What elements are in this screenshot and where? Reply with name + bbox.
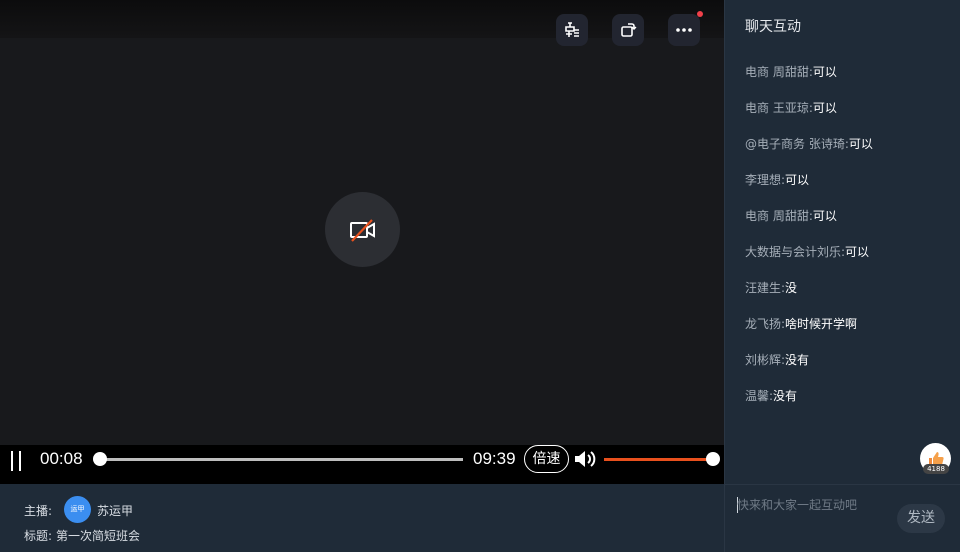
player-controls: 00:08 09:39 倍速 (0, 445, 724, 484)
rotate-icon (621, 23, 637, 37)
title-value: 第一次简短班会 (56, 529, 141, 543)
chat-message-author: 刘彬辉: (745, 353, 786, 367)
chat-message: 电商 王亚琼:可以 (745, 99, 837, 116)
chat-message-text: 可以 (812, 209, 837, 223)
current-time: 00:08 (40, 449, 83, 468)
chat-message-text: 可以 (845, 245, 870, 259)
video-area[interactable]: 00:08 09:39 倍速 (0, 0, 724, 484)
hd-quality-button[interactable] (556, 14, 588, 46)
chat-message-author: 龙飞扬: (745, 317, 786, 331)
chat-message-text: 可以 (848, 137, 873, 151)
notification-dot (697, 11, 703, 17)
chat-message: 李理想:可以 (745, 171, 809, 188)
total-time: 09:39 (473, 449, 516, 468)
chat-message-author: @电子商务 张诗琦: (745, 137, 849, 151)
chat-message: 龙飞扬:啥时候开学啊 (745, 315, 857, 332)
hd-quality-icon (565, 22, 579, 37)
host-avatar: 运甲 (64, 496, 91, 523)
chat-message-text: 可以 (785, 173, 810, 187)
host-label: 主播: (24, 504, 53, 518)
progress-bar[interactable] (95, 458, 463, 461)
chat-message: 汪建生:没 (745, 279, 797, 296)
progress-knob[interactable] (93, 452, 108, 466)
chat-message-author: 李理想: (745, 173, 786, 187)
live-player-page: 00:08 09:39 倍速 主播: 运甲 苏运甲 标题: 第一次简短班会 聊天… (0, 0, 960, 552)
camera-off-icon (349, 218, 375, 242)
host-name: 苏运甲 (97, 504, 134, 518)
chat-message-text: 没 (785, 281, 798, 295)
like-count: 4188 (923, 464, 949, 474)
chat-input[interactable] (737, 495, 897, 515)
chat-message-author: 电商 周甜甜: (745, 65, 813, 79)
chat-message-author: 温馨: (745, 389, 774, 403)
title-label: 标题: (24, 529, 53, 543)
chat-message: 温馨:没有 (745, 387, 797, 404)
chat-input-area: 发送 (725, 484, 960, 552)
camera-off-indicator (325, 192, 400, 267)
volume-slider[interactable] (604, 458, 713, 461)
speed-button[interactable]: 倍速 (524, 445, 569, 473)
chat-message-author: 电商 王亚琼: (745, 101, 813, 115)
chat-message-author: 大数据与会计刘乐: (745, 245, 846, 259)
chat-message: 电商 周甜甜:可以 (745, 207, 837, 224)
rotate-button[interactable] (612, 14, 644, 46)
send-button[interactable]: 发送 (897, 504, 945, 533)
chat-message-text: 啥时候开学啊 (785, 317, 858, 331)
more-icon (676, 28, 692, 32)
chat-message: 刘彬辉:没有 (745, 351, 809, 368)
live-info-bar: 主播: 运甲 苏运甲 标题: 第一次简短班会 (0, 484, 724, 552)
chat-message: 电商 周甜甜:可以 (745, 63, 837, 80)
chat-message-text: 可以 (812, 101, 837, 115)
volume-icon[interactable] (573, 447, 597, 471)
more-button[interactable] (668, 14, 700, 46)
chat-message: @电子商务 张诗琦:可以 (745, 135, 873, 152)
chat-message: 大数据与会计刘乐:可以 (745, 243, 869, 260)
chat-message-text: 可以 (812, 65, 837, 79)
chat-message-author: 汪建生: (745, 281, 786, 295)
chat-message-author: 电商 周甜甜: (745, 209, 813, 223)
pause-button[interactable] (9, 451, 23, 471)
chat-title: 聊天互动 (745, 19, 801, 35)
volume-knob[interactable] (706, 452, 720, 466)
chat-panel: 聊天互动 电商 周甜甜:可以 电商 王亚琼:可以 @电子商务 张诗琦:可以 李理想:可… (724, 0, 960, 552)
chat-message-text: 没有 (785, 353, 810, 367)
chat-message-text: 没有 (773, 389, 798, 403)
